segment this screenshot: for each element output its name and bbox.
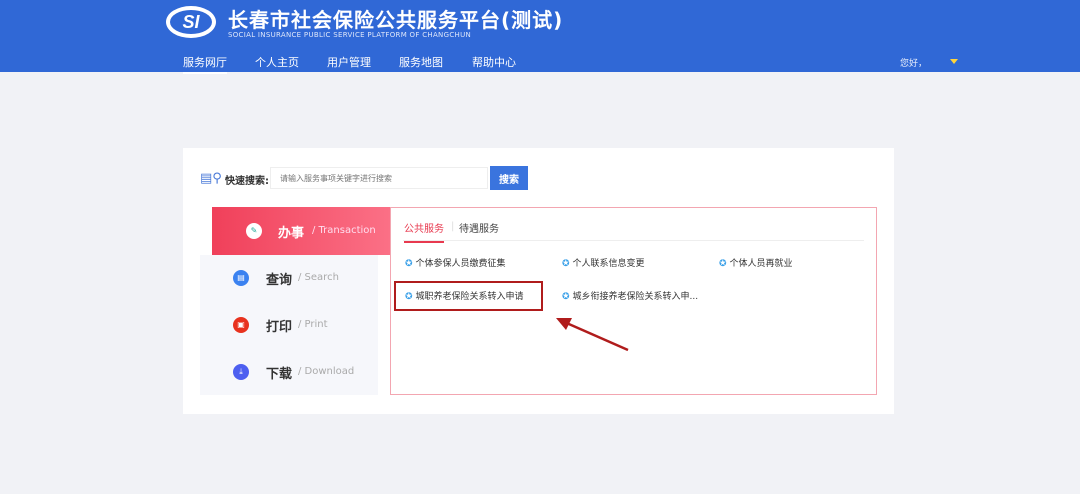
annotation-arrow	[556, 318, 629, 352]
